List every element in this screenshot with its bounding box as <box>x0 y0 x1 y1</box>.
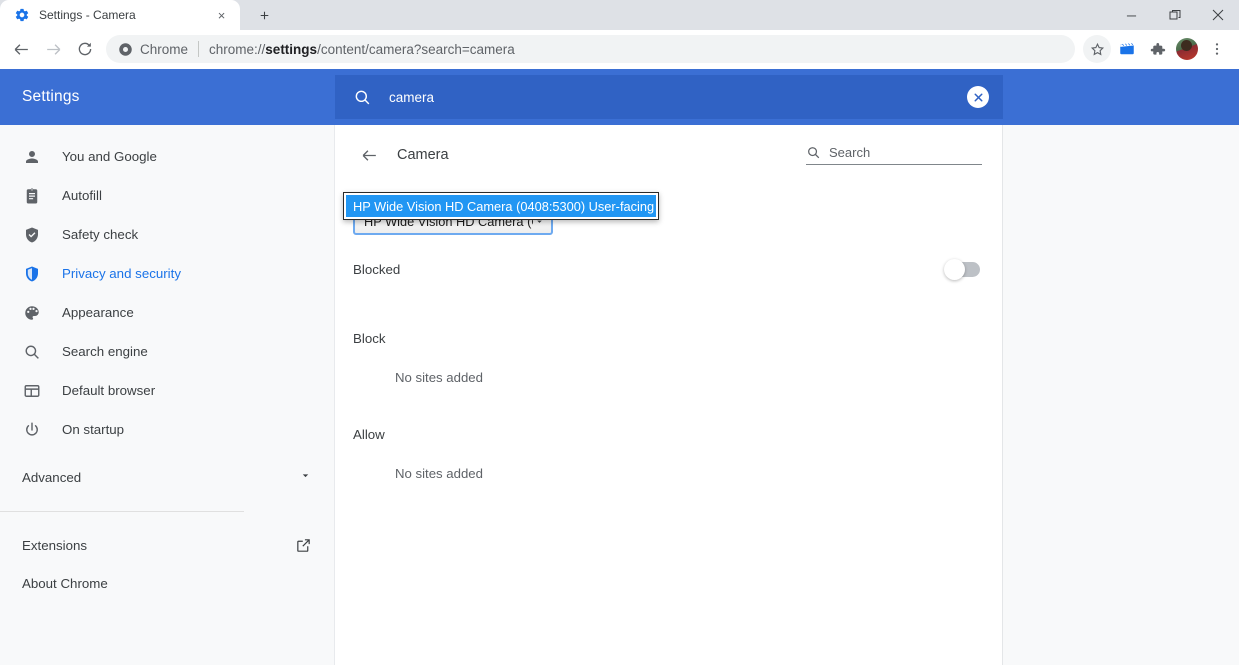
three-dots-vertical-icon <box>1215 43 1219 55</box>
back-button[interactable] <box>6 34 36 64</box>
shield-check-icon <box>22 225 42 245</box>
sidebar-divider <box>0 511 244 512</box>
camera-blocked-toggle[interactable] <box>944 258 980 280</box>
sidebar-item-safety-check[interactable]: Safety check <box>0 215 334 254</box>
arrow-right-icon <box>46 43 60 55</box>
browser-window-icon <box>22 381 42 401</box>
gear-icon <box>15 8 29 22</box>
page-title: Camera <box>397 147 449 163</box>
media-cast-icon[interactable] <box>1113 35 1141 63</box>
content-search-placeholder: Search <box>829 145 871 160</box>
forward-button[interactable] <box>38 34 68 64</box>
chrome-menu-icon[interactable] <box>1203 35 1231 63</box>
open-in-new-icon <box>295 537 312 554</box>
plus-icon <box>260 11 268 19</box>
settings-sidebar: You and Google Autofill Safety check Pri… <box>0 125 335 665</box>
extensions-puzzle-icon[interactable] <box>1143 35 1171 63</box>
browser-tab[interactable]: Settings - Camera × <box>0 0 240 30</box>
address-bar[interactable]: Chrome chrome://settings/content/camera?… <box>106 35 1075 63</box>
profile-avatar[interactable] <box>1173 35 1201 63</box>
close-button[interactable] <box>1196 0 1239 30</box>
minimize-icon <box>1126 15 1137 16</box>
clipboard-icon <box>22 186 42 206</box>
clapperboard-icon <box>1120 42 1134 55</box>
about-chrome-label: About Chrome <box>22 575 108 591</box>
sidebar-item-label: Privacy and security <box>62 266 181 281</box>
block-section-empty: No sites added <box>395 370 483 385</box>
tab-strip: Settings - Camera × <box>0 0 1239 30</box>
content-right-filler <box>1003 125 1239 665</box>
toggle-knob <box>944 258 965 280</box>
content-search-field[interactable]: Search <box>806 145 982 165</box>
window-controls <box>1110 0 1239 30</box>
sidebar-item-label: Safety check <box>62 227 139 242</box>
back-arrow-icon[interactable] <box>353 139 385 171</box>
camera-blocked-row: Blocked <box>335 249 1002 289</box>
power-icon <box>22 420 42 440</box>
sidebar-item-on-startup[interactable]: On startup <box>0 410 334 449</box>
settings-header: Settings camera <box>0 69 1239 125</box>
settings-search-bar[interactable]: camera <box>335 75 1003 119</box>
advanced-label: Advanced <box>22 469 82 485</box>
sidebar-item-advanced[interactable]: Advanced <box>0 457 334 497</box>
avatar-image <box>1176 38 1198 60</box>
camera-blocked-label: Blocked <box>353 261 401 277</box>
allow-section-empty: No sites added <box>395 466 483 481</box>
tab-close-icon[interactable]: × <box>213 7 230 24</box>
omnibox-divider <box>198 41 200 57</box>
url-text: chrome://settings/content/camera?search=… <box>209 41 515 57</box>
camera-settings-card: Camera Search HP Wide Vision HD Camera (… <box>335 125 1003 665</box>
close-icon <box>1212 9 1223 21</box>
dropdown-option-selected[interactable]: HP Wide Vision HD Camera (0408:5300) Use… <box>346 195 656 217</box>
block-section: Block No sites added <box>335 289 1002 385</box>
sidebar-item-about-chrome[interactable]: About Chrome <box>0 564 334 602</box>
sidebar-item-label: Search engine <box>62 344 148 359</box>
content-area: Camera Search HP Wide Vision HD Camera (… <box>335 125 1239 665</box>
sidebar-item-label: You and Google <box>62 149 157 164</box>
settings-search-input[interactable]: camera <box>389 90 951 105</box>
person-icon <box>22 147 42 167</box>
site-security-chip[interactable]: Chrome <box>118 42 188 57</box>
sidebar-item-default-browser[interactable]: Default browser <box>0 371 334 410</box>
sidebar-item-you-and-google[interactable]: You and Google <box>0 137 334 176</box>
search-icon <box>22 342 42 362</box>
shield-icon <box>22 264 42 284</box>
settings-body: You and Google Autofill Safety check Pri… <box>0 125 1239 665</box>
minimize-button[interactable] <box>1110 0 1153 30</box>
arrow-left-icon <box>14 43 28 55</box>
bookmark-star-icon[interactable] <box>1083 35 1111 63</box>
sidebar-item-privacy-and-security[interactable]: Privacy and security <box>0 254 334 293</box>
sidebar-item-extensions[interactable]: Extensions <box>0 526 334 564</box>
clear-search-icon[interactable] <box>967 86 989 108</box>
new-tab-button[interactable] <box>250 1 278 29</box>
tab-title: Settings - Camera <box>39 8 136 22</box>
sidebar-item-label: Default browser <box>62 383 156 398</box>
browser-toolbar: Chrome chrome://settings/content/camera?… <box>0 30 1239 69</box>
extensions-label: Extensions <box>22 537 88 553</box>
star-icon <box>1090 42 1104 55</box>
sidebar-item-appearance[interactable]: Appearance <box>0 293 334 332</box>
camera-device-dropdown[interactable]: HP Wide Vision HD Camera (0408:5300) Use… <box>343 192 659 220</box>
chevron-down-icon <box>299 469 312 485</box>
reload-button[interactable] <box>70 34 100 64</box>
allow-section-title: Allow <box>353 427 385 442</box>
reload-icon <box>78 42 92 56</box>
allow-section: Allow No sites added <box>335 385 1002 481</box>
chrome-logo-icon <box>119 42 132 56</box>
sidebar-item-label: Appearance <box>62 305 134 320</box>
puzzle-icon <box>1150 42 1165 55</box>
block-section-title: Block <box>353 331 386 346</box>
security-chip-label: Chrome <box>140 41 189 57</box>
sidebar-item-label: Autofill <box>62 188 102 203</box>
sidebar-item-autofill[interactable]: Autofill <box>0 176 334 215</box>
restore-button[interactable] <box>1153 0 1196 30</box>
palette-icon <box>22 303 42 323</box>
card-header: Camera Search <box>335 125 1002 185</box>
sidebar-item-search-engine[interactable]: Search engine <box>0 332 334 371</box>
sidebar-item-label: On startup <box>62 422 125 437</box>
settings-title: Settings <box>22 88 80 105</box>
search-icon <box>806 145 821 160</box>
restore-icon <box>1169 10 1180 20</box>
search-icon <box>353 88 373 107</box>
